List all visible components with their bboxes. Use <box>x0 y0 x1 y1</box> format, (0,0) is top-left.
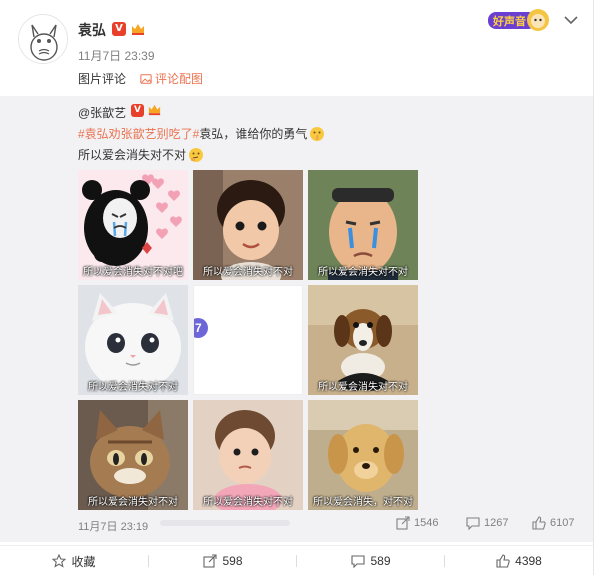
svg-text:好声音: 好声音 <box>492 14 526 28</box>
comment-image-label: 评论配图 <box>155 72 204 86</box>
weibo-post-card: 袁弘 V 11月7日 23:39 好声音 图片评论 评论配图 @张歆艺 V #袁… <box>0 0 594 575</box>
hashtag-link[interactable]: #袁弘劝张歆艺别吃了# <box>78 125 199 142</box>
crown-icon <box>132 24 144 35</box>
user-avatar[interactable] <box>18 14 68 64</box>
image-caption: 所以爱会消失，对不对 <box>313 497 413 508</box>
image-comment-link[interactable]: 图片评论 <box>78 70 126 87</box>
comment-count: 589 <box>370 554 391 568</box>
image-icon <box>140 73 152 84</box>
image-caption: 所以爱会消失对不对 <box>88 382 178 393</box>
post-time[interactable]: 11月7日 23:39 <box>78 47 155 64</box>
image-caption: 所以爱会消失对不对 <box>203 497 293 508</box>
like-button[interactable]: 4398 <box>445 546 593 575</box>
repost-like-stat[interactable]: 6107 <box>532 516 574 530</box>
star-icon <box>52 554 67 568</box>
comment-image-link[interactable]: 评论配图 <box>140 70 203 87</box>
verified-badge-icon: V <box>112 22 126 36</box>
repost-comment-stat[interactable]: 1267 <box>466 516 508 530</box>
image-badge: 7 <box>195 321 202 335</box>
grid-image-8[interactable]: 所以爱会消失对不对 <box>193 400 303 510</box>
action-bar: 收藏 598 589 4398 <box>0 545 593 575</box>
repost-forward-stat[interactable]: 1546 <box>396 516 438 530</box>
repost-text-line: #袁弘劝张歆艺别吃了# 袁弘，谁给你的勇气 <box>78 125 325 142</box>
blurred-source-text <box>160 520 290 526</box>
image-caption: 所以爱会消失对不对 <box>318 382 408 393</box>
image-caption: 所以爱会消失对不对 <box>88 497 178 508</box>
post-username[interactable]: 袁弘 <box>78 20 106 40</box>
thumbs-up-icon <box>496 554 510 568</box>
thinking-emoji-icon <box>189 147 204 162</box>
image-grid: 所以爱会消失对不对吧 所以爱会消失对不对 所以爱会消失对不对 所以爱会消失对不对… <box>78 170 418 510</box>
grid-image-9[interactable]: 所以爱会消失，对不对 <box>308 400 418 510</box>
repost-text: 袁弘，谁给你的勇气 <box>199 127 308 141</box>
grid-image-1[interactable]: 所以爱会消失对不对吧 <box>78 170 188 280</box>
repost-text-line-2: 所以爱会消失对不对 <box>78 146 204 163</box>
repost-forward-count: 1546 <box>414 517 439 529</box>
grid-image-3[interactable]: 所以爱会消失对不对 <box>308 170 418 280</box>
haowusheng-badge-icon: 好声音 <box>488 9 549 31</box>
forward-icon <box>396 516 410 530</box>
grid-image-7[interactable]: 所以爱会消失对不对 <box>78 400 188 510</box>
grid-image-6[interactable]: 所以爱会消失对不对 <box>308 285 418 395</box>
repost-username[interactable]: @张歆艺 <box>78 104 126 121</box>
image-caption: 所以爱会消失对不对 <box>203 267 293 278</box>
comment-icon <box>351 555 366 568</box>
collect-label: 收藏 <box>71 554 96 569</box>
repost-time[interactable]: 11月7日 23:19 <box>78 518 148 534</box>
comment-button[interactable]: 589 <box>297 546 445 575</box>
image-comment-tabs: 图片评论 评论配图 <box>78 70 203 87</box>
like-count: 4398 <box>515 554 542 568</box>
comment-icon <box>466 517 480 530</box>
image-caption: 所以爱会消失对不对 <box>318 267 408 278</box>
repost-text-2: 所以爱会消失对不对 <box>78 148 187 162</box>
grid-image-4[interactable]: 所以爱会消失对不对 <box>78 285 188 395</box>
forward-count: 598 <box>222 554 243 568</box>
grid-image-2[interactable]: 所以爱会消失对不对 <box>193 170 303 280</box>
repost-verified-badge-icon: V <box>131 104 144 117</box>
forward-icon <box>203 554 218 568</box>
collect-button[interactable]: 收藏 <box>0 546 148 575</box>
shush-emoji-icon <box>310 126 325 141</box>
repost-crown-icon <box>148 104 161 116</box>
thumbs-up-icon <box>532 516 546 530</box>
chevron-down-icon[interactable] <box>564 15 578 25</box>
image-caption: 所以爱会消失对不对吧 <box>83 267 183 278</box>
forward-button[interactable]: 598 <box>149 546 297 575</box>
repost-like-count: 6107 <box>550 517 575 529</box>
repost-comment-count: 1267 <box>484 517 509 529</box>
grid-image-5[interactable]: 7 <box>193 285 303 395</box>
